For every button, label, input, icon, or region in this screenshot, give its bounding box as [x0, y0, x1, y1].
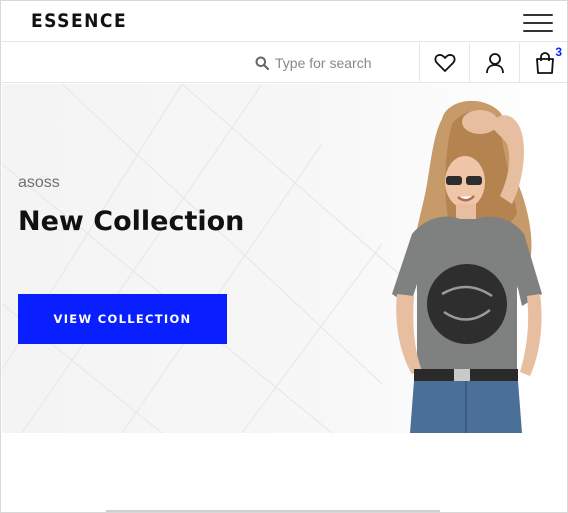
page-frame: ESSENCE Type for search 3 asoss New Coll…	[0, 0, 568, 513]
hero-banner: asoss New Collection VIEW COLLECTION	[2, 84, 567, 433]
top-header: ESSENCE	[2, 2, 567, 42]
hero-brand-label: asoss	[18, 174, 60, 191]
search-input[interactable]	[275, 55, 405, 71]
search-icon[interactable]	[255, 56, 269, 70]
wishlist-button[interactable]	[419, 43, 469, 83]
cart-count-badge: 3	[555, 45, 562, 59]
view-collection-button[interactable]: VIEW COLLECTION	[18, 294, 227, 344]
user-icon	[485, 53, 504, 74]
content-section	[2, 433, 567, 512]
section-divider	[106, 510, 440, 512]
account-button[interactable]	[469, 43, 519, 83]
site-logo[interactable]: ESSENCE	[31, 10, 127, 32]
hero-title: New Collection	[18, 206, 245, 237]
utility-bar: 3	[2, 43, 567, 83]
cart-button[interactable]: 3	[519, 43, 567, 83]
hamburger-menu-icon[interactable]	[523, 14, 553, 34]
hero-model-image	[392, 100, 542, 433]
search-area	[255, 43, 405, 83]
heart-icon	[434, 54, 455, 72]
shopping-bag-icon	[535, 52, 554, 74]
